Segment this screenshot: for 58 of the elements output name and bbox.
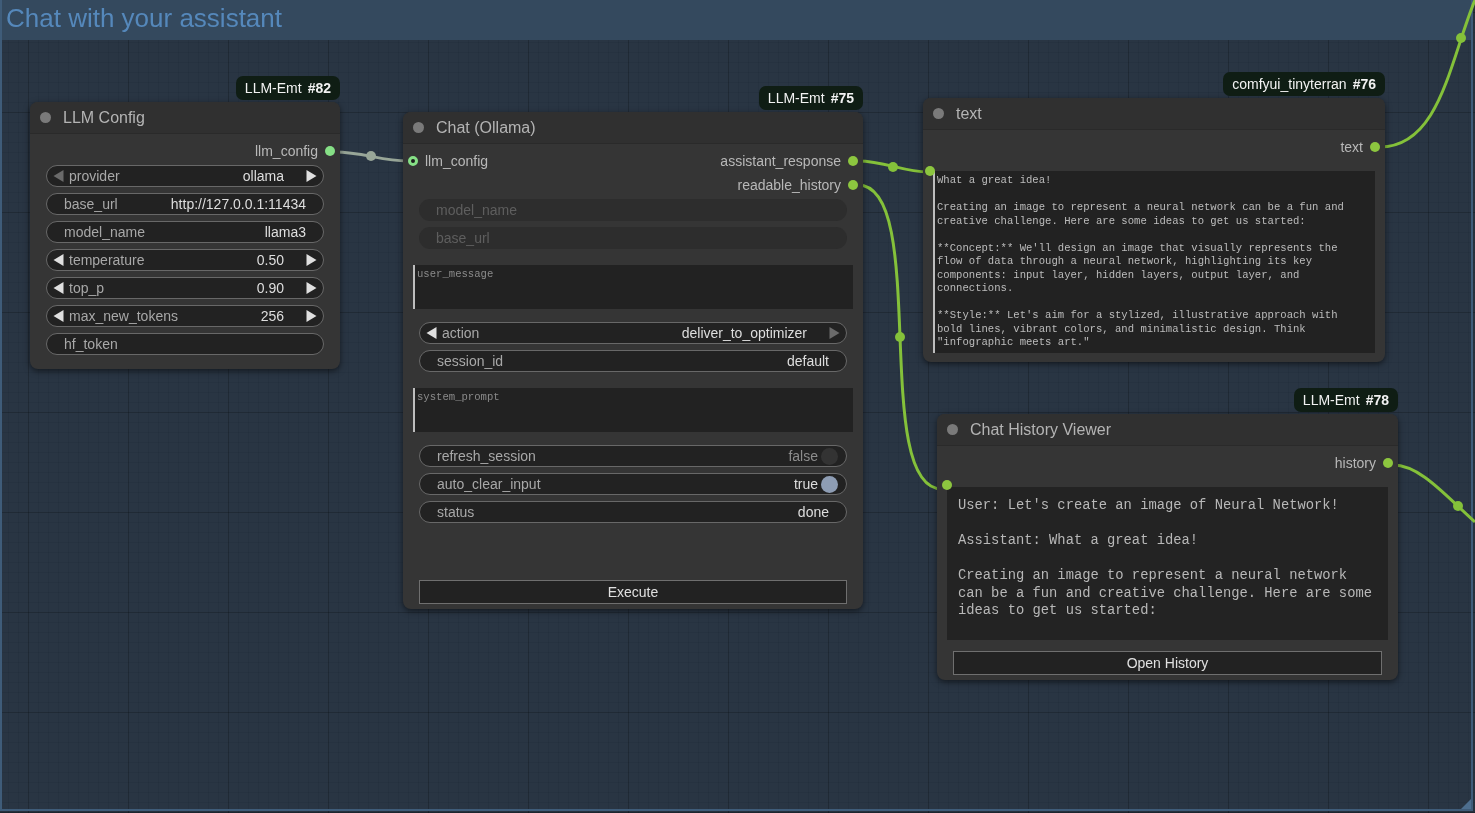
node-number: #78 <box>1365 392 1389 408</box>
group-title: Chat with your assistant <box>6 3 282 33</box>
text-field[interactable]: session_id default <box>419 350 847 372</box>
left-arrow-icon[interactable] <box>53 310 64 322</box>
collapse-dot-icon[interactable] <box>413 122 424 133</box>
slot-label: readable_history <box>737 177 841 193</box>
node-title: LLM Config <box>63 108 145 127</box>
input-slot-icon[interactable] <box>408 156 418 166</box>
node-number: #82 <box>307 80 331 96</box>
output-slot-icon[interactable] <box>848 156 858 166</box>
select-field[interactable]: action deliver_to_optimizer <box>419 322 847 344</box>
number-field[interactable]: top_p 0.90 <box>46 277 324 299</box>
text-field[interactable]: status done <box>419 501 847 523</box>
text-area[interactable]: user_message <box>413 265 853 309</box>
slot-label: text <box>1340 139 1363 155</box>
slot-label: llm_config <box>425 153 489 169</box>
text-field[interactable]: base_url http://127.0.0.1:11434 <box>46 193 324 215</box>
text-area[interactable]: system_prompt <box>413 388 853 432</box>
output-slot-icon[interactable] <box>848 180 858 190</box>
node-title: text <box>956 104 982 123</box>
number-field[interactable]: max_new_tokens 256 <box>46 305 324 327</box>
input-slot-icon[interactable] <box>942 480 952 490</box>
slot-label: history <box>1334 455 1376 471</box>
widget-button[interactable]: Open History <box>953 651 1382 675</box>
output-slot-icon[interactable] <box>325 146 335 156</box>
select-field[interactable]: provider ollama <box>46 165 324 187</box>
number-field[interactable]: temperature 0.50 <box>46 249 324 271</box>
slot-label: llm_config <box>254 143 318 159</box>
slot-label: assistant_response <box>720 153 841 169</box>
right-arrow-icon[interactable] <box>306 282 317 294</box>
input-slot-icon[interactable] <box>925 166 935 176</box>
text-field[interactable]: hf_token <box>46 333 324 355</box>
source-name: LLM-Emt <box>244 80 302 96</box>
resize-handle-icon[interactable] <box>1461 799 1471 809</box>
node-number: #76 <box>1352 76 1376 92</box>
history-text-panel: User: Let's create an image of Neural Network! Assistant: What a great idea! Creating an image to represent a neural network can be a fun and creative challenge. Here are some ideas to get us started: <box>947 487 1388 640</box>
text-area[interactable]: What a great idea! Creating an image to represent a neural network can be a fun and creative challenge. Here are some ideas to get us started: **Concept:** We'll design an image that visually represents the flow of data through a neural network, highlighting its key components: input layer, hidden layers, output layer, and connections. **Style:** Let's aim for a stylized, illustrative approach with bold lines, vibrant colors, and minimalistic design. Think "infographic meets art." <box>933 171 1375 353</box>
collapse-dot-icon[interactable] <box>933 108 944 119</box>
node-title: Chat (Ollama) <box>436 118 536 137</box>
left-arrow-icon[interactable] <box>426 327 437 339</box>
right-arrow-icon[interactable] <box>306 254 317 266</box>
collapse-dot-icon[interactable] <box>40 112 51 123</box>
toggle-switch[interactable]: auto_clear_input true <box>419 473 847 495</box>
source-name: LLM-Emt <box>1302 392 1360 408</box>
node-number: #75 <box>830 90 854 106</box>
left-arrow-icon[interactable] <box>53 254 64 266</box>
collapse-dot-icon[interactable] <box>947 424 958 435</box>
left-arrow-icon[interactable] <box>53 282 64 294</box>
output-slot-icon[interactable] <box>1370 142 1380 152</box>
right-arrow-icon[interactable] <box>306 310 317 322</box>
node-title: Chat History Viewer <box>970 420 1112 439</box>
source-name: LLM-Emt <box>767 90 825 106</box>
toggle-switch[interactable]: refresh_session false <box>419 445 847 467</box>
right-arrow-icon[interactable] <box>306 170 317 182</box>
text-field[interactable]: model_name llama3 <box>46 221 324 243</box>
output-slot-icon[interactable] <box>1383 458 1393 468</box>
widget-button[interactable]: Execute <box>419 580 847 604</box>
source-name: comfyui_tinyterran <box>1232 76 1347 92</box>
